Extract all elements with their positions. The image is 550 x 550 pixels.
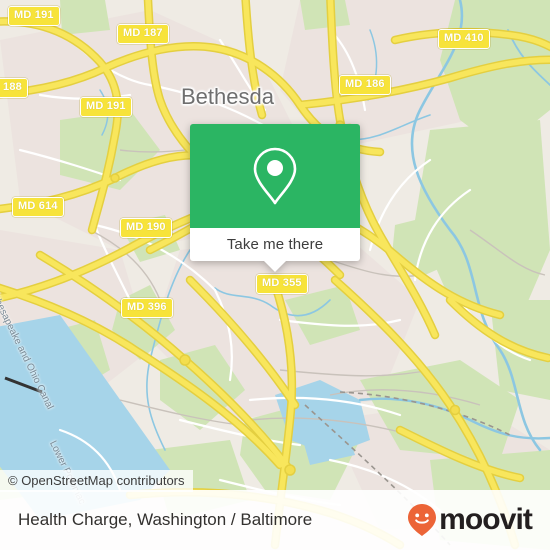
road-shield[interactable]: MD 186 [339, 75, 391, 95]
map-pin-icon [253, 147, 297, 205]
road-shield[interactable]: MD 355 [256, 274, 308, 294]
road-shield[interactable]: MD 191 [8, 6, 60, 26]
place-label-bethesda: Bethesda [181, 84, 274, 109]
road-shield[interactable]: MD 191 [80, 97, 132, 117]
road-shield[interactable]: MD 190 [120, 218, 172, 238]
moovit-map-screen: Chesapeake and Ohio Canal Lower Potomac … [0, 0, 550, 550]
page-title: Health Charge, Washington / Baltimore [18, 510, 313, 529]
location-popup-card[interactable]: Take me there [190, 124, 360, 272]
moovit-wordmark: moovit [439, 503, 533, 536]
road-shield[interactable]: MD 614 [12, 197, 64, 217]
popup-tail-pointer [264, 261, 286, 272]
road-shield[interactable]: MD 396 [121, 298, 173, 318]
map-attribution[interactable]: © OpenStreetMap contributors [0, 470, 193, 492]
footer-bar: Health Charge, Washington / Baltimore mo… [0, 490, 550, 550]
popup-action-bar[interactable]: Take me there [190, 228, 360, 261]
moovit-logo[interactable]: moovit [407, 503, 533, 537]
popup-header [190, 124, 360, 228]
road-shield[interactable]: MD 187 [117, 24, 169, 44]
road-shield[interactable]: 188 [0, 78, 28, 98]
take-me-there-label: Take me there [226, 236, 324, 253]
moovit-pin-smiley-icon [408, 504, 437, 536]
road-shield[interactable]: MD 410 [438, 29, 490, 49]
map-canvas[interactable]: Chesapeake and Ohio Canal Lower Potomac … [0, 0, 550, 550]
